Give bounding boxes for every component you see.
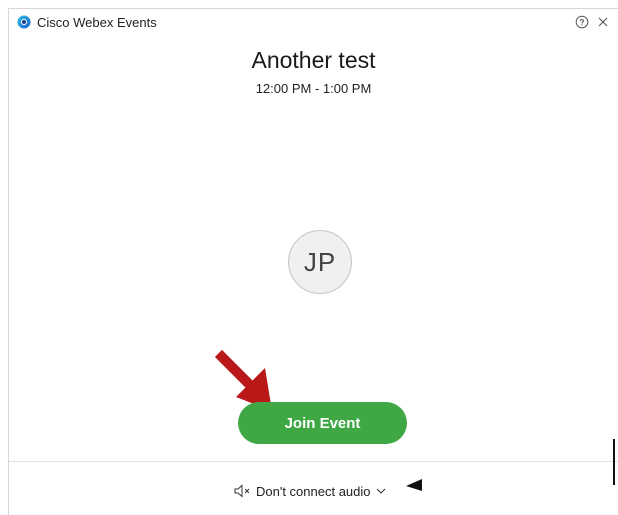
audio-connection-dropdown[interactable]: Don't connect audio: [233, 481, 386, 501]
event-title: Another test: [251, 47, 376, 73]
chevron-down-icon: [376, 488, 385, 494]
join-event-button[interactable]: Join Event: [238, 402, 407, 444]
app-title: Cisco Webex Events: [37, 15, 157, 30]
avatar-initials: JP: [303, 246, 337, 277]
avatar: JP: [288, 230, 352, 294]
help-icon[interactable]: [574, 14, 590, 30]
event-time: 12:00 PM - 1:00 PM: [255, 81, 372, 96]
audio-option-label: Don't connect audio: [256, 483, 371, 499]
close-icon[interactable]: [595, 14, 611, 30]
text-cursor-annotation: [613, 439, 615, 485]
join-event-label: Join Event: [284, 414, 361, 432]
black-arrow-annotation: [406, 479, 422, 491]
footer-divider: [9, 461, 618, 462]
speaker-muted-icon: [234, 484, 250, 498]
webex-logo-icon: [17, 15, 31, 29]
webex-events-window: Cisco Webex Events Another test 12:00 PM…: [8, 8, 618, 515]
title-bar: Cisco Webex Events: [9, 9, 618, 35]
